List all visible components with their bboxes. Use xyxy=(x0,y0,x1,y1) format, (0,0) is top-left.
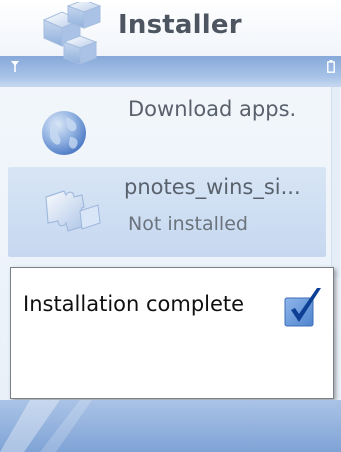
globe-icon xyxy=(42,111,86,155)
installer-screen: Installer Download apps. pnotes_wins_si.… xyxy=(0,0,341,452)
app-list: Download apps. pnotes_wins_si... Not ins… xyxy=(0,87,341,267)
app-title: Installer xyxy=(118,10,242,40)
scrollbar[interactable] xyxy=(331,87,340,277)
installation-complete-dialog[interactable]: Installation complete xyxy=(10,267,334,399)
installer-blocks-icon xyxy=(42,2,102,65)
puzzle-icon xyxy=(45,190,101,232)
signal-icon xyxy=(11,61,19,72)
dialog-message: Installation complete xyxy=(23,292,245,316)
battery-icon xyxy=(327,60,335,73)
softkey-bar xyxy=(0,400,341,452)
list-item-status: Not installed xyxy=(128,213,248,235)
list-item-pnotes[interactable]: pnotes_wins_si... Not installed xyxy=(8,167,326,257)
list-item-title: Download apps. xyxy=(128,97,297,121)
checkmark-icon xyxy=(284,288,321,327)
list-item-title: pnotes_wins_si... xyxy=(124,175,301,199)
bottom-decoration xyxy=(0,400,92,452)
list-item-download-apps[interactable]: Download apps. xyxy=(0,87,341,167)
